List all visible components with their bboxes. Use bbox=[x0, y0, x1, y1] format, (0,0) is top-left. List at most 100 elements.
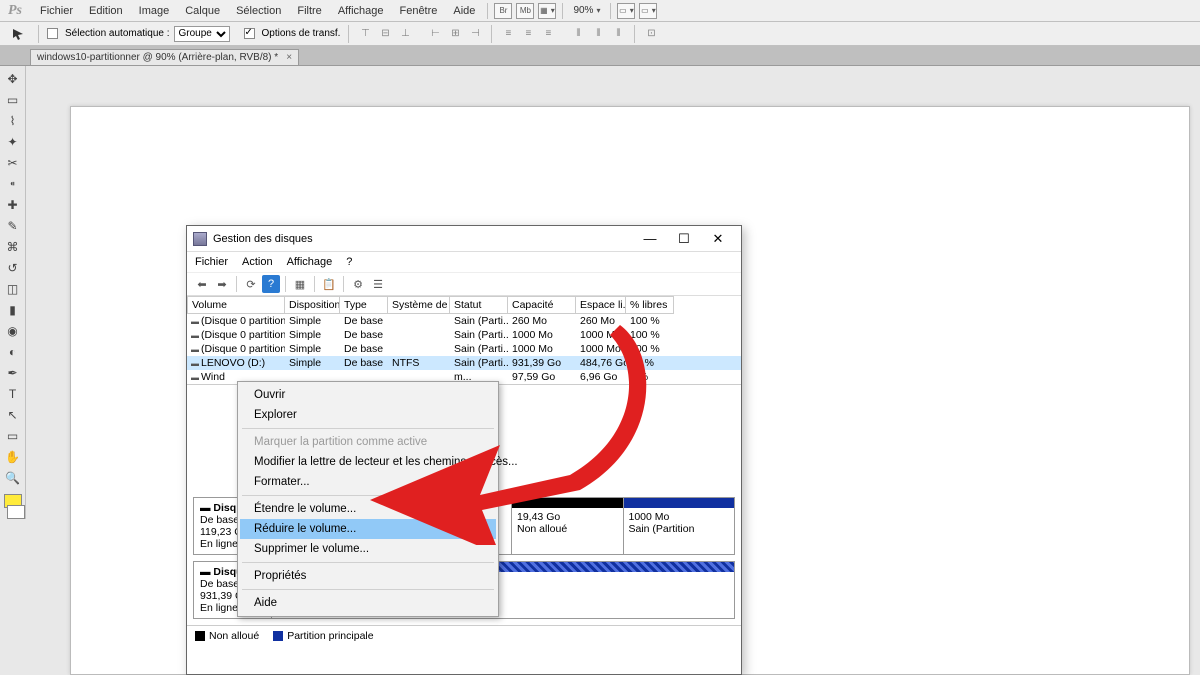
launch-mb-icon[interactable]: Mb bbox=[516, 3, 534, 19]
menu-filter[interactable]: Filtre bbox=[289, 2, 329, 20]
dm-menu-help[interactable]: ? bbox=[346, 256, 352, 268]
minimize-button[interactable]: — bbox=[633, 228, 667, 250]
history-brush-tool[interactable]: ↺ bbox=[3, 259, 23, 277]
dodge-tool[interactable]: ◐ bbox=[3, 343, 23, 361]
col-layout[interactable]: Disposition bbox=[285, 296, 340, 314]
shape-tool[interactable]: ▭ bbox=[3, 427, 23, 445]
distribute-vcenter-icon[interactable]: ≡ bbox=[520, 26, 536, 42]
document-tab[interactable]: windows10-partitionner @ 90% (Arrière-pl… bbox=[30, 49, 299, 65]
volume-row[interactable]: LENOVO (D:)SimpleDe baseNTFSSain (Parti.… bbox=[187, 356, 741, 370]
view-extras-icon[interactable]: ▦ bbox=[538, 3, 556, 19]
hand-tool[interactable]: ✋ bbox=[3, 448, 23, 466]
properties-icon[interactable]: ⚙ bbox=[349, 275, 367, 293]
maximize-button[interactable]: ☐ bbox=[667, 228, 701, 250]
close-button[interactable]: ✕ bbox=[701, 228, 735, 250]
window-titlebar[interactable]: Gestion des disques — ☐ ✕ bbox=[187, 226, 741, 252]
distribute-top-icon[interactable]: ≡ bbox=[500, 26, 516, 42]
type-tool[interactable]: T bbox=[3, 385, 23, 403]
distribute-hcenter-icon[interactable]: ⦀ bbox=[590, 26, 606, 42]
forward-icon[interactable]: ➡ bbox=[213, 275, 231, 293]
marquee-tool[interactable]: ▭ bbox=[3, 91, 23, 109]
menu-edit[interactable]: Edition bbox=[81, 2, 131, 20]
move-tool[interactable]: ✥ bbox=[3, 70, 23, 88]
action-icon[interactable]: 📋 bbox=[320, 275, 338, 293]
align-bottom-icon[interactable]: ⊥ bbox=[397, 26, 413, 42]
col-volume[interactable]: Volume bbox=[187, 296, 285, 314]
col-status[interactable]: Statut bbox=[450, 296, 508, 314]
help-icon[interactable]: ? bbox=[262, 275, 280, 293]
zoom-level[interactable]: 90% bbox=[573, 5, 600, 16]
align-hcenter-icon[interactable]: ⊞ bbox=[447, 26, 463, 42]
menu-window[interactable]: Fenêtre bbox=[391, 2, 445, 20]
distribute-left-icon[interactable]: ⦀ bbox=[570, 26, 586, 42]
auto-align-icon[interactable]: ⊡ bbox=[643, 26, 659, 42]
gradient-tool[interactable]: ▮ bbox=[3, 301, 23, 319]
align-top-icon[interactable]: ⊤ bbox=[357, 26, 373, 42]
auto-select-checkbox[interactable] bbox=[47, 28, 58, 39]
list-icon[interactable]: ☰ bbox=[369, 275, 387, 293]
stamp-tool[interactable]: ⌘ bbox=[3, 238, 23, 256]
align-left-icon[interactable]: ⊢ bbox=[427, 26, 443, 42]
close-tab-icon[interactable]: × bbox=[286, 52, 292, 63]
menu-file[interactable]: Fichier bbox=[32, 2, 81, 20]
refresh-icon[interactable]: ⟳ bbox=[242, 275, 260, 293]
ctx-open[interactable]: Ouvrir bbox=[240, 385, 496, 405]
menu-image[interactable]: Image bbox=[131, 2, 178, 20]
healing-tool[interactable]: ✚ bbox=[3, 196, 23, 214]
ctx-properties[interactable]: Propriétés bbox=[240, 566, 496, 586]
arrange-docs-icon[interactable]: ▭ bbox=[617, 3, 635, 19]
disk-0-partition-1000mo[interactable]: 1000 Mo Sain (Partition bbox=[624, 498, 735, 554]
distribute-right-icon[interactable]: ⦀ bbox=[610, 26, 626, 42]
show-transform-checkbox[interactable] bbox=[244, 28, 255, 39]
ctx-format[interactable]: Formater... bbox=[240, 472, 496, 492]
move-tool-icon[interactable] bbox=[8, 25, 30, 43]
disk-0-partition-unallocated[interactable]: 19,43 Go Non alloué bbox=[512, 498, 624, 554]
ctx-extend-volume[interactable]: Étendre le volume... bbox=[240, 499, 496, 519]
view-icon[interactable]: ▦ bbox=[291, 275, 309, 293]
ctx-change-letter[interactable]: Modifier la lettre de lecteur et les che… bbox=[240, 452, 496, 472]
launch-bridge-icon[interactable]: Br bbox=[494, 3, 512, 19]
background-color-swatch[interactable] bbox=[7, 505, 25, 519]
brush-tool[interactable]: ✎ bbox=[3, 217, 23, 235]
ctx-mark-active: Marquer la partition comme active bbox=[240, 432, 496, 452]
menu-view[interactable]: Affichage bbox=[330, 2, 392, 20]
pen-tool[interactable]: ✒ bbox=[3, 364, 23, 382]
legend: Non alloué Partition principale bbox=[187, 625, 741, 646]
col-type[interactable]: Type bbox=[340, 296, 388, 314]
volume-row[interactable]: (Disque 0 partition...SimpleDe baseSain … bbox=[187, 328, 741, 342]
legend-unallocated: Non alloué bbox=[209, 630, 259, 642]
eraser-tool[interactable]: ◫ bbox=[3, 280, 23, 298]
col-capacity[interactable]: Capacité bbox=[508, 296, 576, 314]
window-title: Gestion des disques bbox=[213, 233, 633, 245]
ctx-help[interactable]: Aide bbox=[240, 593, 496, 613]
ctx-shrink-volume[interactable]: Réduire le volume... bbox=[240, 519, 496, 539]
volume-row[interactable]: (Disque 0 partition...SimpleDe baseSain … bbox=[187, 314, 741, 328]
align-vcenter-icon[interactable]: ⊟ bbox=[377, 26, 393, 42]
menu-help[interactable]: Aide bbox=[445, 2, 483, 20]
zoom-tool[interactable]: 🔍 bbox=[3, 469, 23, 487]
eyedropper-tool[interactable]: ⁌ bbox=[3, 175, 23, 193]
menu-layer[interactable]: Calque bbox=[177, 2, 228, 20]
align-right-icon[interactable]: ⊣ bbox=[467, 26, 483, 42]
menu-select[interactable]: Sélection bbox=[228, 2, 289, 20]
distribute-bottom-icon[interactable]: ≡ bbox=[540, 26, 556, 42]
lasso-tool[interactable]: ⌇ bbox=[3, 112, 23, 130]
context-menu: Ouvrir Explorer Marquer la partition com… bbox=[237, 381, 499, 617]
col-free[interactable]: Espace li... bbox=[576, 296, 626, 314]
dm-menu-view[interactable]: Affichage bbox=[287, 256, 333, 268]
ctx-explore[interactable]: Explorer bbox=[240, 405, 496, 425]
wand-tool[interactable]: ✦ bbox=[3, 133, 23, 151]
dm-menu-file[interactable]: Fichier bbox=[195, 256, 228, 268]
photoshop-options-bar: Sélection automatique : Groupe Options d… bbox=[0, 22, 1200, 46]
auto-select-dropdown[interactable]: Groupe bbox=[174, 26, 230, 42]
back-icon[interactable]: ⬅ bbox=[193, 275, 211, 293]
col-pct[interactable]: % libres bbox=[626, 296, 674, 314]
blur-tool[interactable]: ◉ bbox=[3, 322, 23, 340]
col-fs[interactable]: Système de ... bbox=[388, 296, 450, 314]
volume-row[interactable]: (Disque 0 partition...SimpleDe baseSain … bbox=[187, 342, 741, 356]
crop-tool[interactable]: ✂ bbox=[3, 154, 23, 172]
ctx-delete-volume[interactable]: Supprimer le volume... bbox=[240, 539, 496, 559]
path-tool[interactable]: ↖ bbox=[3, 406, 23, 424]
screen-mode-icon[interactable]: ▭ bbox=[639, 3, 657, 19]
dm-menu-action[interactable]: Action bbox=[242, 256, 273, 268]
